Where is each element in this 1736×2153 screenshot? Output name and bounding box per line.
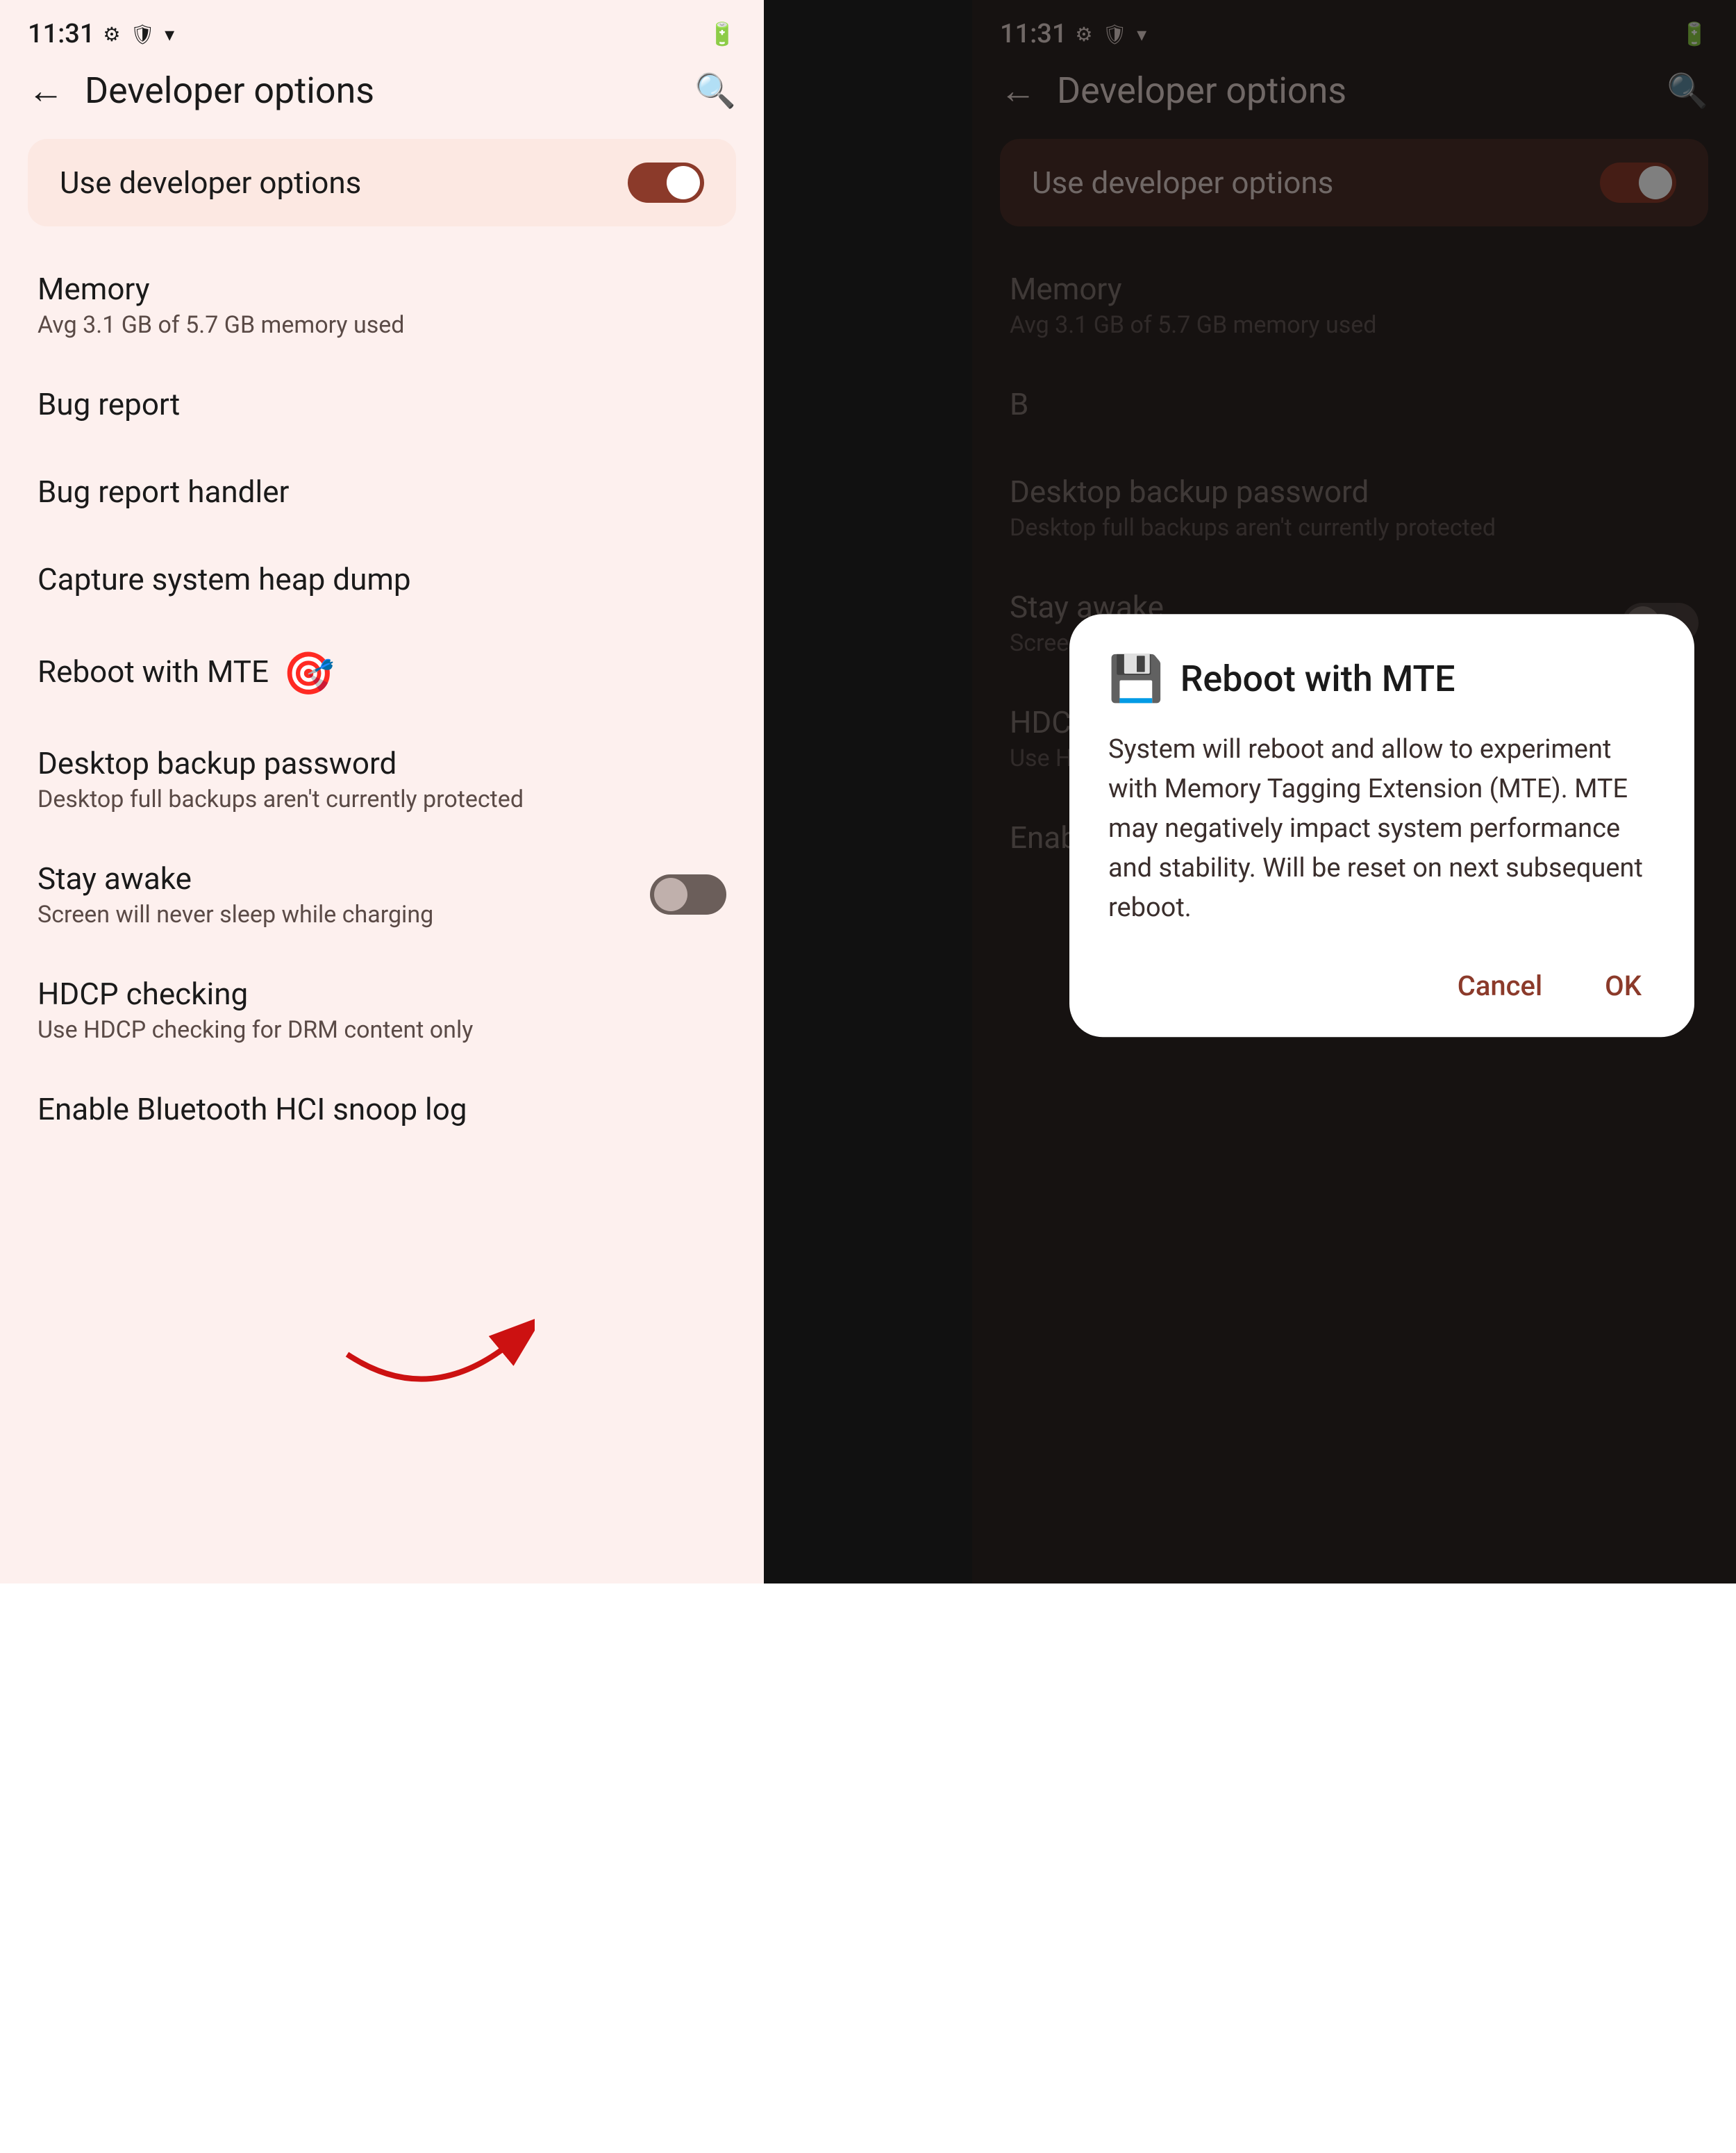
- item-title-reboot-mte: Reboot with MTE: [37, 654, 269, 690]
- dialog-overlay: 💾 Reboot with MTE System will reboot and…: [972, 0, 1736, 1583]
- search-button-left[interactable]: 🔍: [694, 71, 736, 110]
- shield-icon: 🛡: [131, 23, 156, 46]
- reboot-mte-dialog: 💾 Reboot with MTE System will reboot and…: [1069, 614, 1694, 1037]
- dev-options-card-left[interactable]: Use developer options: [28, 139, 736, 226]
- dialog-title: Reboot with MTE: [1180, 658, 1455, 700]
- item-title-bug-report-handler: Bug report handler: [37, 474, 726, 510]
- status-right-left: 🔋: [708, 21, 736, 47]
- battery-icon-left: 🔋: [708, 21, 736, 47]
- dialog-header: 💾 Reboot with MTE: [1108, 653, 1655, 705]
- right-panel: 11:31 ⚙ 🛡 ▾ 🔋 ← Developer options 🔍 Use …: [972, 0, 1736, 1583]
- dialog-cancel-button[interactable]: Cancel: [1444, 963, 1556, 1009]
- top-bar-left: ← Developer options 🔍: [0, 56, 764, 125]
- divider: [764, 0, 972, 1583]
- dialog-ok-button[interactable]: OK: [1591, 963, 1655, 1009]
- dialog-actions: Cancel OK: [1108, 963, 1655, 1009]
- status-bar-left: 11:31 ⚙ 🛡 ▾ 🔋: [0, 0, 764, 56]
- page-title-left: Developer options: [85, 69, 694, 112]
- item-subtitle-memory: Avg 3.1 GB of 5.7 GB memory used: [37, 311, 726, 339]
- dev-options-toggle-left[interactable]: [628, 163, 704, 203]
- wifi-icon: ▾: [165, 23, 174, 46]
- status-icons-left: ⚙ 🛡 ▾: [103, 23, 174, 46]
- back-button-left[interactable]: ←: [28, 69, 64, 112]
- item-title-memory: Memory: [37, 271, 726, 307]
- dialog-body: System will reboot and allow to experime…: [1108, 730, 1655, 928]
- settings-icon: ⚙: [103, 23, 120, 46]
- stay-awake-toggle-left[interactable]: [650, 874, 726, 915]
- list-item-bug-report-handler[interactable]: Bug report handler: [0, 450, 764, 538]
- item-title-bug-report: Bug report: [37, 386, 726, 422]
- dev-options-label-left: Use developer options: [60, 165, 361, 201]
- list-item-memory[interactable]: Memory Avg 3.1 GB of 5.7 GB memory used: [0, 247, 764, 363]
- list-item-bug-report[interactable]: Bug report: [0, 363, 764, 450]
- status-time-left: 11:31: [28, 19, 94, 49]
- dialog-icon: 💾: [1108, 653, 1164, 705]
